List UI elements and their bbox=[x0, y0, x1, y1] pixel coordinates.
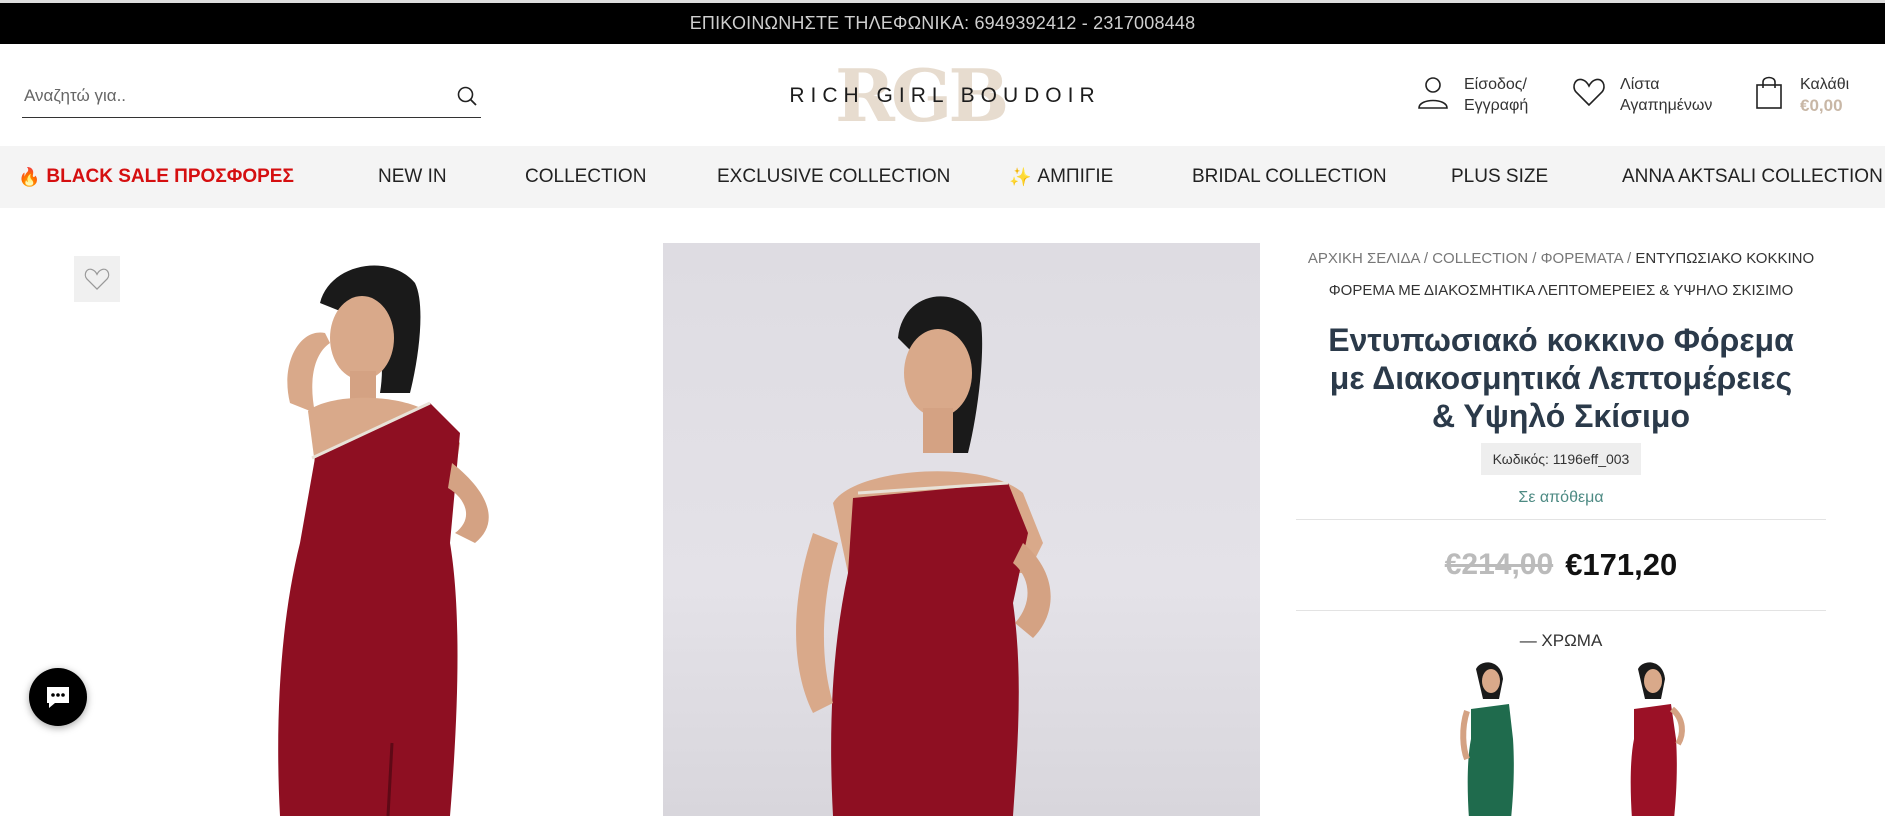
product-sku: Κωδικός: 1196eff_003 bbox=[1480, 443, 1642, 475]
nav-item-label: ΑΜΠΙΓΙΕ bbox=[1037, 166, 1114, 187]
nav-item-ampigie[interactable]: ✨ ΑΜΠΙΓΙΕ bbox=[1009, 146, 1113, 208]
breadcrumb-dresses[interactable]: ΦΟΡΕΜΑΤΑ bbox=[1541, 250, 1623, 267]
breadcrumb-separator: / bbox=[1532, 250, 1537, 267]
breadcrumb-separator: / bbox=[1627, 250, 1632, 267]
site-logo[interactable]: RGB RICH GIRL BOUDOIR bbox=[755, 60, 1135, 132]
color-swatch-red[interactable] bbox=[1596, 659, 1706, 816]
fire-icon: 🔥 bbox=[18, 166, 41, 187]
cart-link[interactable]: Καλάθι €0,00 bbox=[1752, 74, 1849, 117]
old-price: €214,00 bbox=[1444, 548, 1554, 581]
breadcrumb-separator: / bbox=[1423, 250, 1429, 267]
bag-icon bbox=[1756, 76, 1782, 109]
divider bbox=[1296, 610, 1826, 611]
login-label-1: Είσοδος/ bbox=[1464, 76, 1527, 93]
breadcrumb-home[interactable]: ΑΡΧΙΚΗ ΣΕΛΙΔΑ bbox=[1308, 250, 1420, 267]
login-label-2: Εγγραφή bbox=[1464, 97, 1529, 114]
nav-item-label: PLUS SIZE bbox=[1451, 166, 1549, 187]
product-image-1[interactable] bbox=[130, 243, 650, 816]
breadcrumb-collection[interactable]: COLLECTION bbox=[1432, 250, 1528, 267]
wishlist-label-2: Αγαπημένων bbox=[1620, 97, 1713, 114]
nav-item-anna-aktsali-collection[interactable]: ANNA AKTSALI COLLECTION bbox=[1622, 146, 1883, 208]
wishlist-label-1: Λίστα bbox=[1620, 76, 1660, 93]
nav-item-label: ANNA AKTSALI COLLECTION bbox=[1622, 166, 1883, 187]
chat-widget-button[interactable] bbox=[29, 668, 87, 726]
red-dress-thumbnail bbox=[1630, 662, 1685, 816]
nav-item-new-in[interactable]: NEW IN bbox=[378, 146, 447, 208]
nav-item-exclusive-collection[interactable]: EXCLUSIVE COLLECTION bbox=[717, 146, 950, 208]
breadcrumb-current-2: ΦΟΡΕΜΑ ΜΕ ΔΙΑΚΟΣΜΗΤΙΚΑ ΛΕΠΤΟΜΕΡΕΙΕΣ & ΥΨ… bbox=[1328, 282, 1794, 299]
product-image-2[interactable] bbox=[663, 243, 1260, 816]
heart-icon bbox=[1573, 78, 1605, 107]
login-link[interactable]: Είσοδος/ Εγγραφή bbox=[1416, 74, 1528, 116]
nav-item-plus-size[interactable]: PLUS SIZE bbox=[1451, 146, 1548, 208]
announcement-text: ΕΠΙΚΟΙΝΩΝΗΣΤΕ ΤΗΛΕΦΩΝΙΚΑ: 6949392412 - 2… bbox=[689, 13, 1196, 33]
color-label: — ΧΡΩΜΑ bbox=[1519, 631, 1603, 650]
nav-item-label: NEW IN bbox=[378, 166, 447, 187]
product-info-panel: ΑΡΧΙΚΗ ΣΕΛΙΔΑ / COLLECTION / ΦΟΡΕΜΑΤΑ / … bbox=[1296, 243, 1826, 816]
nav-item-label: BLACK SALE ΠΡΟΣΦΟΡΕΣ bbox=[46, 166, 294, 187]
search-icon[interactable] bbox=[455, 84, 479, 108]
cart-label: Καλάθι bbox=[1800, 76, 1850, 93]
sale-price: €171,20 bbox=[1565, 547, 1678, 582]
model-in-red-dress-illustration bbox=[278, 265, 489, 816]
search-box[interactable] bbox=[22, 74, 481, 118]
add-to-wishlist-button[interactable] bbox=[74, 256, 120, 302]
wishlist-link[interactable]: Λίστα Αγαπημένων bbox=[1572, 74, 1712, 116]
stock-status: Σε απόθεμα bbox=[1518, 489, 1604, 506]
green-dress-thumbnail bbox=[1460, 662, 1514, 816]
nav-item-bridal-collection[interactable]: BRIDAL COLLECTION bbox=[1192, 146, 1387, 208]
color-swatches bbox=[1296, 659, 1826, 816]
heart-outline-icon bbox=[84, 268, 110, 290]
sparkles-icon: ✨ bbox=[1009, 166, 1032, 187]
nav-item-collection[interactable]: COLLECTION bbox=[525, 146, 646, 208]
cart-total: €0,00 bbox=[1800, 96, 1843, 115]
product-title: Εντυπωσιακό κοκκινο Φόρεμα με Διακοσμητι… bbox=[1328, 322, 1794, 434]
breadcrumb-current-1: ΕΝΤΥΠΩΣΙΑΚΟ ΚΟΚΚΙΝΟ bbox=[1635, 250, 1815, 267]
color-swatch-green[interactable] bbox=[1431, 659, 1541, 816]
chat-icon bbox=[47, 687, 69, 708]
user-icon bbox=[1418, 77, 1448, 109]
site-header: RGB RICH GIRL BOUDOIR Είσοδος/ Εγγραφή Λ… bbox=[0, 44, 1885, 146]
price-block: €214,00 €171,20 bbox=[1296, 520, 1826, 610]
logo-wordmark: RICH GIRL BOUDOIR bbox=[789, 84, 1101, 107]
search-input[interactable] bbox=[22, 85, 455, 106]
nav-item-label: EXCLUSIVE COLLECTION bbox=[717, 166, 951, 187]
main-navigation: 🔥 BLACK SALE ΠΡΟΣΦΟΡΕΣ NEW IN COLLECTION… bbox=[0, 146, 1885, 208]
breadcrumb: ΑΡΧΙΚΗ ΣΕΛΙΔΑ / COLLECTION / ΦΟΡΕΜΑΤΑ / … bbox=[1296, 243, 1826, 307]
model-in-red-dress-photo-illustration bbox=[796, 296, 1051, 816]
nav-item-label: COLLECTION bbox=[525, 166, 647, 187]
nav-item-label: BRIDAL COLLECTION bbox=[1192, 166, 1387, 187]
nav-item-black-sale[interactable]: 🔥 BLACK SALE ΠΡΟΣΦΟΡΕΣ bbox=[18, 146, 294, 208]
top-announcement-bar: ΕΠΙΚΟΙΝΩΝΗΣΤΕ ΤΗΛΕΦΩΝΙΚΑ: 6949392412 - 2… bbox=[0, 0, 1885, 44]
